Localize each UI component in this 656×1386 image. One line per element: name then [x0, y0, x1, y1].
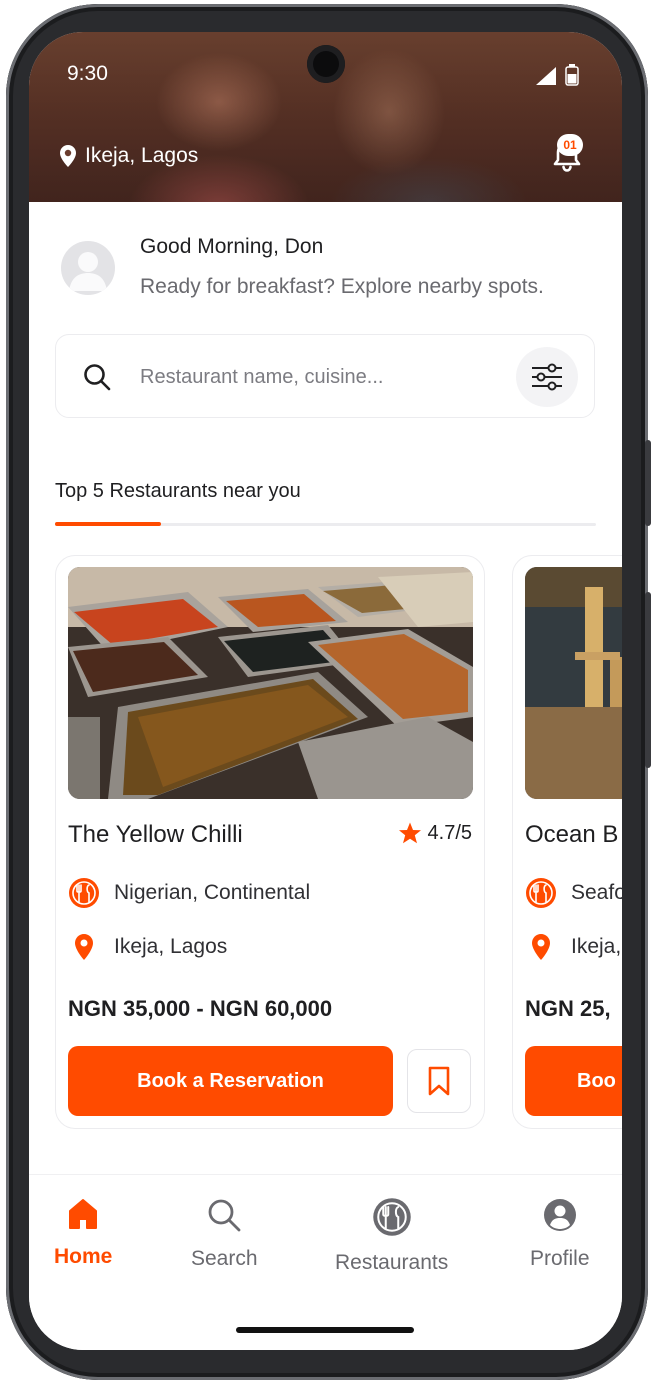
bookmark-icon: [428, 1066, 450, 1096]
nav-label: Profile: [530, 1247, 590, 1270]
price-range: NGN 35,000 - NGN 60,000: [68, 996, 333, 1021]
cuisine-label: Nigerian, Continental: [114, 881, 311, 904]
user-avatar-icon: [69, 252, 107, 291]
location-label: Ikeja, Lagos: [114, 935, 228, 958]
location-pin-icon: [532, 934, 550, 960]
restaurant-image: [525, 567, 622, 799]
home-icon: [69, 1199, 98, 1229]
front-camera: [307, 45, 345, 83]
cutlery-icon: [372, 1198, 411, 1236]
location-pin-icon: [60, 145, 76, 167]
sliders-icon: [532, 363, 562, 391]
book-reservation-button[interactable]: Book a Reservation: [68, 1046, 393, 1116]
tab-indicator: [55, 522, 161, 526]
battery-icon: [565, 64, 579, 86]
home-indicator[interactable]: [236, 1327, 414, 1333]
nav-label: Home: [54, 1245, 113, 1268]
section-title[interactable]: Top 5 Restaurants near you: [55, 480, 301, 503]
cutlery-icon: [526, 878, 556, 908]
nav-profile[interactable]: Profile: [530, 1197, 590, 1271]
search-icon: [208, 1199, 241, 1232]
restaurant-card[interactable]: Ocean B Seafo Ikeja, NGN 25, Boo: [512, 555, 622, 1129]
restaurant-image: [68, 567, 473, 799]
nav-label: Restaurants: [335, 1251, 449, 1274]
restaurant-rating: 4.7/5: [398, 821, 472, 845]
nav-restaurants[interactable]: Restaurants: [335, 1197, 448, 1275]
app-screen: 9:30 Ikeja, Lagos 01 Good Morning, Don R…: [29, 32, 622, 1350]
cuisine-row: Seafo: [525, 877, 622, 909]
restaurant-name[interactable]: The Yellow Chilli: [68, 821, 243, 849]
rating-value: 4.7/5: [427, 821, 472, 844]
star-icon: [398, 822, 421, 844]
signal-icon: [536, 67, 556, 85]
profile-icon: [543, 1199, 576, 1231]
avatar[interactable]: [61, 241, 115, 295]
greeting-subtitle: Ready for breakfast? Explore nearby spot…: [140, 275, 544, 298]
search-bar: [55, 334, 595, 418]
bottom-navigation: Home Search Restaurants Profile: [29, 1174, 622, 1350]
search-input[interactable]: [140, 353, 510, 401]
notification-badge: 01: [557, 134, 583, 156]
restaurant-card[interactable]: The Yellow Chilli 4.7/5 Nigerian, Contin…: [55, 555, 485, 1129]
filter-button[interactable]: [516, 347, 578, 407]
bookmark-button[interactable]: [407, 1049, 471, 1113]
price-range: NGN 25,: [525, 996, 611, 1021]
location-label: Ikeja, Lagos: [85, 144, 199, 167]
venue-image: [525, 567, 622, 799]
current-location[interactable]: Ikeja, Lagos: [59, 144, 198, 168]
location-pin-icon: [75, 934, 93, 960]
cuisine-row: Nigerian, Continental: [68, 877, 310, 909]
search-icon: [84, 364, 111, 391]
volume-button: [645, 440, 651, 526]
nav-search[interactable]: Search: [191, 1197, 258, 1271]
cutlery-icon: [69, 878, 99, 908]
food-trays-image: [68, 567, 473, 799]
power-button: [645, 592, 651, 768]
book-reservation-button[interactable]: Boo: [525, 1046, 622, 1116]
status-time: 9:30: [67, 62, 108, 85]
nav-label: Search: [191, 1247, 258, 1270]
greeting-title: Good Morning, Don: [140, 235, 324, 258]
restaurant-name[interactable]: Ocean B: [525, 821, 618, 849]
location-row: Ikeja, Lagos: [68, 931, 227, 963]
location-row: Ikeja,: [525, 931, 621, 963]
nav-home[interactable]: Home: [54, 1197, 112, 1269]
location-label: Ikeja,: [571, 935, 622, 958]
status-icons: [535, 64, 579, 86]
cuisine-label: Seafo: [571, 881, 622, 904]
